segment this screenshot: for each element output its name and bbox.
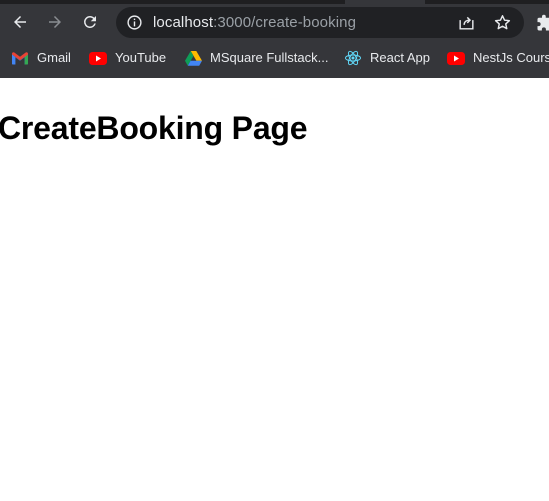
page-title: CreateBooking Page — [0, 110, 308, 146]
info-icon[interactable] — [126, 14, 143, 31]
bookmarks-bar: Gmail YouTube MSquare Fullstack... React… — [0, 40, 549, 76]
bookmark-nestjs-course[interactable]: NestJs Course — [447, 48, 549, 68]
reload-button[interactable] — [76, 8, 104, 36]
bookmark-label: YouTube — [115, 50, 167, 65]
back-button[interactable] — [6, 8, 34, 36]
bookmark-label: NestJs Course — [473, 50, 549, 65]
address-bar[interactable]: localhost:3000/create-booking — [116, 7, 524, 38]
arrow-left-icon — [14, 16, 26, 28]
youtube-icon — [89, 49, 107, 67]
arrow-right-icon — [49, 16, 61, 28]
bookmark-label: MSquare Fullstack... — [210, 50, 329, 65]
bookmark-react-app[interactable]: React App — [344, 48, 430, 68]
google-drive-icon — [184, 49, 202, 67]
bookmark-youtube[interactable]: YouTube — [89, 48, 166, 68]
bookmark-label: Gmail — [37, 50, 71, 65]
gmail-icon — [11, 49, 29, 67]
browser-toolbar: localhost:3000/create-booking — [0, 4, 549, 40]
share-icon[interactable] — [457, 13, 476, 32]
url-path: :3000/create-booking — [213, 14, 357, 31]
bookmark-msquare-fullstack[interactable]: MSquare Fullstack... — [184, 48, 329, 68]
react-icon — [344, 49, 362, 67]
bookmark-gmail[interactable]: Gmail — [11, 48, 71, 68]
reload-icon — [84, 16, 96, 28]
forward-button[interactable] — [41, 8, 69, 36]
star-icon[interactable] — [493, 13, 512, 32]
youtube-icon — [447, 49, 465, 67]
url-host: localhost — [153, 14, 214, 31]
bookmark-label: React App — [370, 50, 430, 65]
browser-chrome: localhost:3000/create-booking Gmail YouT… — [0, 0, 549, 78]
url-text[interactable]: localhost:3000/create-booking — [153, 13, 356, 32]
extension-icon[interactable] — [536, 14, 549, 32]
page-content: CreateBooking Page — [0, 78, 549, 501]
